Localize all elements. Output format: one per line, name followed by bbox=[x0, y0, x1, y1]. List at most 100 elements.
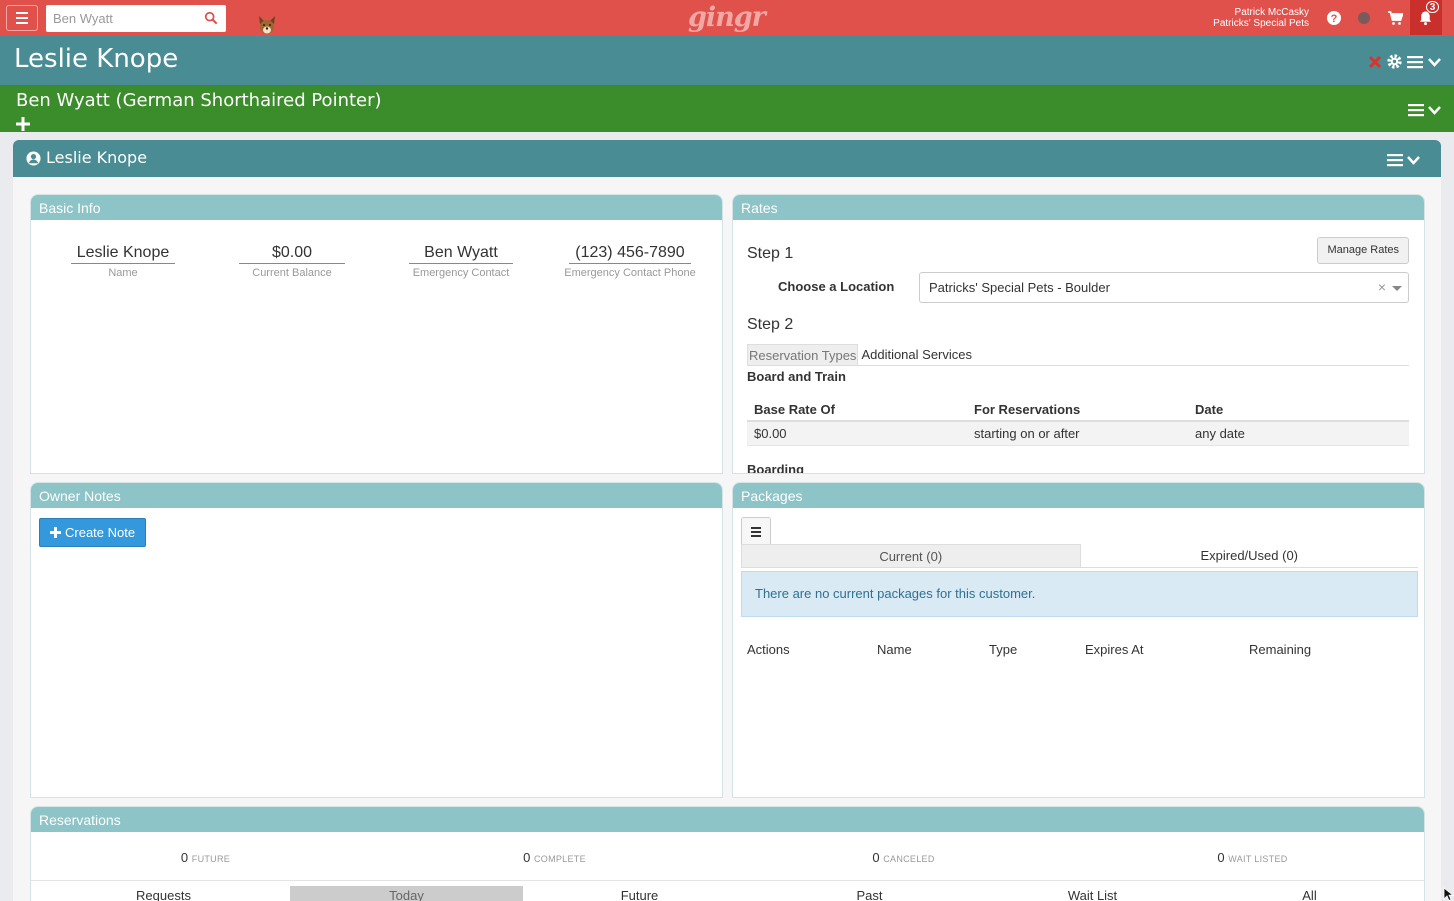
user-name: Patrick McCasky bbox=[1234, 7, 1309, 18]
dog-avatar-icon[interactable] bbox=[256, 12, 278, 36]
col-remaining[interactable]: Remaining bbox=[1249, 642, 1311, 657]
col-actions[interactable]: Actions bbox=[747, 642, 790, 657]
search-icon[interactable] bbox=[204, 11, 218, 25]
status-circle-icon[interactable] bbox=[1356, 10, 1372, 26]
pet-title[interactable]: Ben Wyatt (German Shorthaired Pointer) bbox=[16, 90, 382, 111]
basic-info-card: Basic Info Leslie Knope Name $0.00 Curre… bbox=[30, 194, 723, 474]
choose-location-label: Choose a Location bbox=[778, 279, 895, 294]
tab-reservation-types[interactable]: Reservation Types bbox=[747, 344, 859, 365]
customer-header-actions bbox=[1368, 53, 1442, 70]
notification-badge: 3 bbox=[1426, 1, 1439, 13]
col-type[interactable]: Type bbox=[989, 642, 1017, 657]
col-date: Date bbox=[1195, 401, 1224, 417]
step-1-label: Step 1 bbox=[747, 245, 794, 262]
rates-heading: Rates bbox=[733, 195, 1424, 220]
tab-requests[interactable]: Requests bbox=[51, 886, 276, 901]
user-info[interactable]: Patrick McCasky Patricks' Special Pets bbox=[1213, 7, 1309, 29]
no-packages-alert: There are no current packages for this c… bbox=[741, 571, 1418, 617]
balance-label: Current Balance bbox=[252, 267, 332, 279]
caret-down-icon[interactable] bbox=[1392, 286, 1402, 291]
chevron-down-icon bbox=[1407, 156, 1420, 165]
owner-notes-card: Owner Notes Create Note bbox=[30, 482, 723, 798]
location-select[interactable]: Patricks' Special Pets - Boulder × bbox=[919, 272, 1409, 303]
step-2-label: Step 2 bbox=[747, 316, 794, 333]
wait-listed-count: 0 WAIT LISTED bbox=[1078, 850, 1424, 865]
search-input[interactable] bbox=[46, 5, 196, 32]
help-icon[interactable]: ? bbox=[1326, 10, 1342, 26]
rate-tabs: Reservation Types Additional Services bbox=[747, 344, 1409, 366]
tab-expired-packages[interactable]: Expired/Used (0) bbox=[1081, 544, 1419, 567]
close-icon[interactable] bbox=[1368, 55, 1382, 69]
customer-header: Leslie Knope bbox=[0, 36, 1454, 85]
customer-panel-menu[interactable] bbox=[1387, 153, 1421, 167]
clear-icon[interactable]: × bbox=[1378, 279, 1386, 295]
tab-future[interactable]: Future bbox=[527, 886, 752, 901]
mouse-cursor-icon bbox=[1443, 887, 1454, 901]
future-count-value: 0 bbox=[180, 850, 189, 865]
packages-heading: Packages bbox=[733, 483, 1424, 508]
emergency-contact-field: Ben Wyatt Emergency Contact bbox=[391, 244, 531, 279]
future-count-label: FUTURE bbox=[191, 854, 231, 864]
hamburger-menu-button[interactable] bbox=[6, 5, 38, 31]
col-for-reservations: For Reservations bbox=[974, 401, 1081, 417]
boarding-heading: Boarding bbox=[747, 462, 805, 474]
name-field: Leslie Knope Name bbox=[53, 244, 193, 279]
chevron-down-icon[interactable] bbox=[1427, 56, 1442, 68]
col-expires-at[interactable]: Expires At bbox=[1085, 642, 1144, 657]
notifications-button[interactable]: 3 bbox=[1410, 0, 1442, 35]
user-circle-icon bbox=[26, 151, 41, 166]
tab-past[interactable]: Past bbox=[757, 886, 982, 901]
tab-current-packages[interactable]: Current (0) bbox=[741, 544, 1081, 567]
manage-rates-button[interactable]: Manage Rates bbox=[1317, 237, 1409, 264]
rates-card: Rates Manage Rates Step 1 Choose a Locat… bbox=[732, 194, 1425, 474]
canceled-count: 0 CANCELED bbox=[729, 850, 1078, 865]
name-value[interactable]: Leslie Knope bbox=[70, 244, 176, 264]
emergency-contact-value[interactable]: Ben Wyatt bbox=[409, 244, 513, 264]
board-and-train-heading: Board and Train bbox=[747, 369, 846, 384]
emergency-phone-value[interactable]: (123) 456-7890 bbox=[569, 244, 691, 264]
packages-menu-button[interactable] bbox=[741, 517, 771, 546]
wait-listed-count-value: 0 bbox=[1217, 850, 1225, 865]
complete-count-value: 0 bbox=[523, 850, 531, 865]
create-note-label: Create Note bbox=[65, 525, 136, 540]
balance-value[interactable]: $0.00 bbox=[238, 244, 346, 264]
business-name: Patricks' Special Pets bbox=[1213, 18, 1309, 29]
rates-table: Base Rate Of For Reservations Date $0.00… bbox=[747, 398, 1409, 446]
gear-icon[interactable] bbox=[1386, 53, 1403, 70]
hamburger-icon bbox=[1408, 104, 1424, 117]
pet-bar: Ben Wyatt (German Shorthaired Pointer) bbox=[0, 85, 1454, 132]
reservation-tabs: Requests Today Future Past Wait List All bbox=[31, 880, 1424, 901]
tab-today[interactable]: Today bbox=[290, 886, 523, 901]
search-box bbox=[46, 5, 226, 32]
table-cell: any date bbox=[1195, 426, 1245, 441]
plus-icon bbox=[50, 527, 61, 538]
tab-additional-services[interactable]: Additional Services bbox=[858, 344, 973, 365]
table-row: $0.00 starting on or after any date bbox=[747, 422, 1409, 446]
table-cell: starting on or after bbox=[974, 426, 1080, 441]
table-cell: $0.00 bbox=[754, 426, 787, 441]
canceled-count-label: CANCELED bbox=[883, 854, 935, 864]
canceled-count-value: 0 bbox=[872, 850, 880, 865]
add-pet-icon[interactable] bbox=[15, 116, 31, 132]
hamburger-icon[interactable] bbox=[1407, 55, 1423, 69]
gingr-logo[interactable]: gingr bbox=[688, 2, 766, 33]
packages-card: Packages Current (0) Expired/Used (0) Th… bbox=[732, 482, 1425, 798]
location-value: Patricks' Special Pets - Boulder bbox=[929, 280, 1110, 295]
col-base-rate: Base Rate Of bbox=[754, 401, 835, 417]
cart-icon[interactable] bbox=[1387, 10, 1403, 26]
future-count: 0 FUTURE bbox=[31, 850, 380, 865]
pet-menu[interactable] bbox=[1408, 103, 1442, 117]
customer-panel-header: Leslie Knope bbox=[13, 140, 1441, 177]
svg-text:?: ? bbox=[1331, 13, 1338, 25]
customer-name-title: Leslie Knope bbox=[14, 44, 179, 74]
complete-count: 0 COMPLETE bbox=[380, 850, 729, 865]
create-note-button[interactable]: Create Note bbox=[39, 518, 147, 547]
tab-all[interactable]: All bbox=[1197, 886, 1422, 901]
owner-notes-heading: Owner Notes bbox=[31, 483, 722, 508]
emergency-contact-label: Emergency Contact bbox=[412, 267, 510, 279]
reservations-card: Reservations 0 FUTURE 0 COMPLETE 0 CANCE… bbox=[30, 806, 1425, 901]
name-label: Name bbox=[108, 267, 138, 279]
rates-table-header: Base Rate Of For Reservations Date bbox=[747, 398, 1409, 422]
tab-wait-list[interactable]: Wait List bbox=[980, 886, 1205, 901]
col-name[interactable]: Name bbox=[877, 642, 912, 657]
